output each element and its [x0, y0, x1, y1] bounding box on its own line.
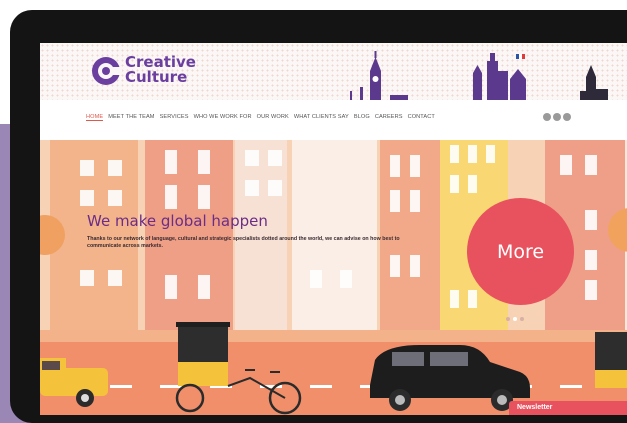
nav-menu: HOME MEET THE TEAM SERVICES WHO WE WORK … — [86, 114, 435, 121]
main-navigation: HOME MEET THE TEAM SERVICES WHO WE WORK … — [40, 100, 627, 140]
slide-dot-active[interactable] — [513, 317, 517, 321]
more-button[interactable]: More — [467, 198, 574, 305]
social-links — [543, 113, 571, 121]
nav-item-who-we-work-for[interactable]: WHO WE WORK FOR — [194, 114, 252, 121]
newsletter-tab[interactable]: Newsletter — [509, 401, 627, 415]
slider-dots — [506, 317, 524, 321]
nav-item-services[interactable]: SERVICES — [160, 114, 189, 121]
hero-description: Thanks to our network of language, cultu… — [87, 236, 400, 249]
hero-title: We make global happen — [87, 212, 268, 230]
logo-mark-icon — [92, 57, 122, 85]
twitter-icon[interactable] — [553, 113, 561, 121]
logo-text-line2: Culture — [125, 68, 188, 86]
slide-dot[interactable] — [506, 317, 510, 321]
site-logo[interactable]: Creative Culture — [90, 53, 250, 93]
nav-item-contact[interactable]: CONTACT — [408, 114, 435, 121]
browser-screen: Creative Culture HOME MEET THE TEAM SERV… — [40, 43, 627, 415]
tablet-frame: Creative Culture HOME MEET THE TEAM SERV… — [10, 10, 627, 423]
nav-item-home[interactable]: HOME — [86, 114, 104, 121]
hero-banner: We make global happen Thanks to our netw… — [40, 140, 627, 415]
email-icon[interactable] — [563, 113, 571, 121]
site-header: Creative Culture — [40, 43, 627, 100]
slide-dot[interactable] — [520, 317, 524, 321]
nav-item-what-clients-say[interactable]: WHAT CLIENTS SAY — [294, 114, 349, 121]
nav-item-blog[interactable]: BLOG — [354, 114, 370, 121]
nav-item-careers[interactable]: CAREERS — [375, 114, 403, 121]
nav-item-our-work[interactable]: OUR WORK — [257, 114, 289, 121]
nav-item-meet-the-team[interactable]: MEET THE TEAM — [108, 114, 154, 121]
linkedin-icon[interactable] — [543, 113, 551, 121]
